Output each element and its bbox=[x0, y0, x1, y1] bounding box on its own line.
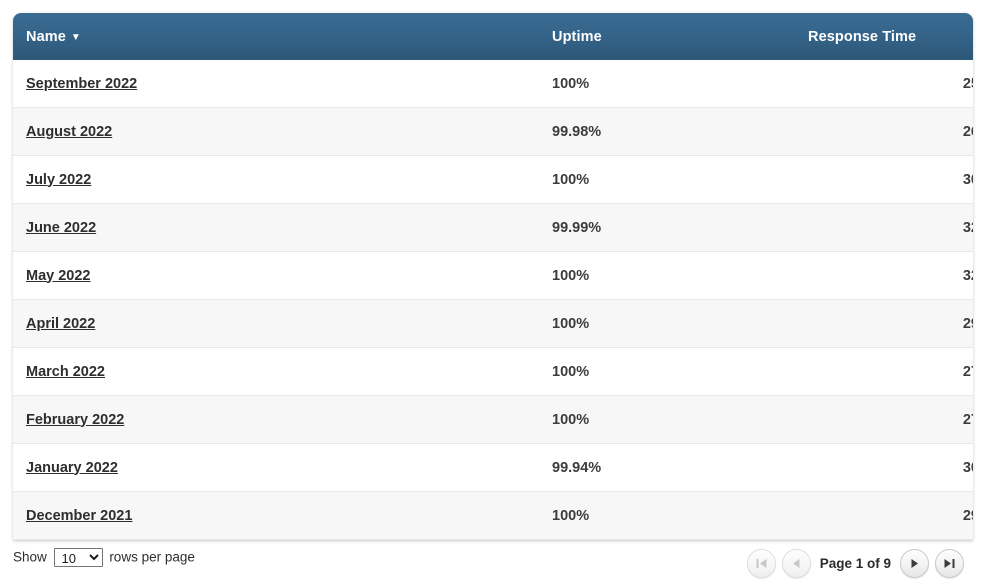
month-link[interactable]: December 2021 bbox=[26, 508, 132, 524]
uptime-report-table: Name ▼ Uptime Response Time September 202… bbox=[13, 13, 973, 540]
cell-name: February 2022 bbox=[13, 396, 539, 444]
table-row: July 2022 100% 305 ms bbox=[13, 156, 973, 204]
month-link[interactable]: February 2022 bbox=[26, 412, 124, 428]
cell-response-time: 251 ms bbox=[795, 60, 973, 108]
month-link[interactable]: June 2022 bbox=[26, 220, 96, 236]
column-header-name[interactable]: Name ▼ bbox=[13, 13, 539, 60]
cell-uptime: 100% bbox=[539, 348, 795, 396]
next-page-button[interactable] bbox=[900, 549, 929, 578]
table-row: June 2022 99.99% 325 ms bbox=[13, 204, 973, 252]
cell-name: May 2022 bbox=[13, 252, 539, 300]
month-link[interactable]: March 2022 bbox=[26, 364, 105, 380]
cell-uptime: 100% bbox=[539, 60, 795, 108]
cell-response-time: 277 ms bbox=[795, 348, 973, 396]
cell-response-time: 274 ms bbox=[795, 396, 973, 444]
cell-name: July 2022 bbox=[13, 156, 539, 204]
column-header-response-time-label: Response Time bbox=[808, 29, 916, 45]
cell-name: December 2021 bbox=[13, 492, 539, 540]
table-header: Name ▼ Uptime Response Time bbox=[13, 13, 973, 60]
cell-uptime: 100% bbox=[539, 252, 795, 300]
cell-uptime: 100% bbox=[539, 300, 795, 348]
column-header-response-time[interactable]: Response Time bbox=[795, 13, 973, 60]
cell-name: August 2022 bbox=[13, 108, 539, 156]
month-link[interactable]: July 2022 bbox=[26, 172, 91, 188]
table-row: September 2022 100% 251 ms bbox=[13, 60, 973, 108]
column-header-uptime-label: Uptime bbox=[552, 29, 602, 45]
report-table-container: Name ▼ Uptime Response Time September 202… bbox=[13, 13, 973, 540]
table-row: December 2021 100% 291 ms bbox=[13, 492, 973, 540]
cell-response-time: 305 ms bbox=[795, 156, 973, 204]
cell-uptime: 99.94% bbox=[539, 444, 795, 492]
column-header-name-label: Name bbox=[26, 29, 66, 45]
cell-response-time: 325 ms bbox=[795, 204, 973, 252]
cell-response-time: 321 ms bbox=[795, 252, 973, 300]
caret-down-icon: ▼ bbox=[71, 33, 81, 43]
pagination-control: Page 1 of 9 bbox=[747, 549, 964, 578]
table-row: March 2022 100% 277 ms bbox=[13, 348, 973, 396]
rows-per-page-suffix-label: rows per page bbox=[109, 549, 195, 564]
cell-uptime: 99.99% bbox=[539, 204, 795, 252]
cell-response-time: 263 ms bbox=[795, 108, 973, 156]
table-header-row: Name ▼ Uptime Response Time bbox=[13, 13, 973, 60]
rows-per-page-select[interactable]: 10 25 50 100 bbox=[54, 548, 103, 567]
table-footer: Show 10 25 50 100 rows per page bbox=[13, 541, 973, 587]
page-indicator: Page 1 of 9 bbox=[817, 549, 894, 578]
table-row: February 2022 100% 274 ms bbox=[13, 396, 973, 444]
uptime-report-page: Name ▼ Uptime Response Time September 202… bbox=[0, 0, 982, 587]
previous-page-button[interactable] bbox=[782, 549, 811, 578]
cell-name: March 2022 bbox=[13, 348, 539, 396]
month-link[interactable]: May 2022 bbox=[26, 268, 91, 284]
month-link[interactable]: September 2022 bbox=[26, 76, 137, 92]
cell-uptime: 100% bbox=[539, 492, 795, 540]
rows-per-page-prefix-label: Show bbox=[13, 549, 47, 564]
month-link[interactable]: January 2022 bbox=[26, 460, 118, 476]
cell-name: September 2022 bbox=[13, 60, 539, 108]
cell-uptime: 100% bbox=[539, 396, 795, 444]
cell-name: June 2022 bbox=[13, 204, 539, 252]
cell-name: April 2022 bbox=[13, 300, 539, 348]
first-page-button[interactable] bbox=[747, 549, 776, 578]
table-row: August 2022 99.98% 263 ms bbox=[13, 108, 973, 156]
cell-name: January 2022 bbox=[13, 444, 539, 492]
table-body: September 2022 100% 251 ms August 2022 9… bbox=[13, 60, 973, 540]
cell-response-time: 300 ms bbox=[795, 444, 973, 492]
table-row: May 2022 100% 321 ms bbox=[13, 252, 973, 300]
column-header-uptime[interactable]: Uptime bbox=[539, 13, 795, 60]
rows-per-page-control: Show 10 25 50 100 rows per page bbox=[13, 546, 195, 568]
month-link[interactable]: August 2022 bbox=[26, 124, 112, 140]
table-row: January 2022 99.94% 300 ms bbox=[13, 444, 973, 492]
cell-response-time: 291 ms bbox=[795, 492, 973, 540]
table-row: April 2022 100% 299 ms bbox=[13, 300, 973, 348]
cell-uptime: 100% bbox=[539, 156, 795, 204]
month-link[interactable]: April 2022 bbox=[26, 316, 95, 332]
cell-response-time: 299 ms bbox=[795, 300, 973, 348]
cell-uptime: 99.98% bbox=[539, 108, 795, 156]
last-page-button[interactable] bbox=[935, 549, 964, 578]
